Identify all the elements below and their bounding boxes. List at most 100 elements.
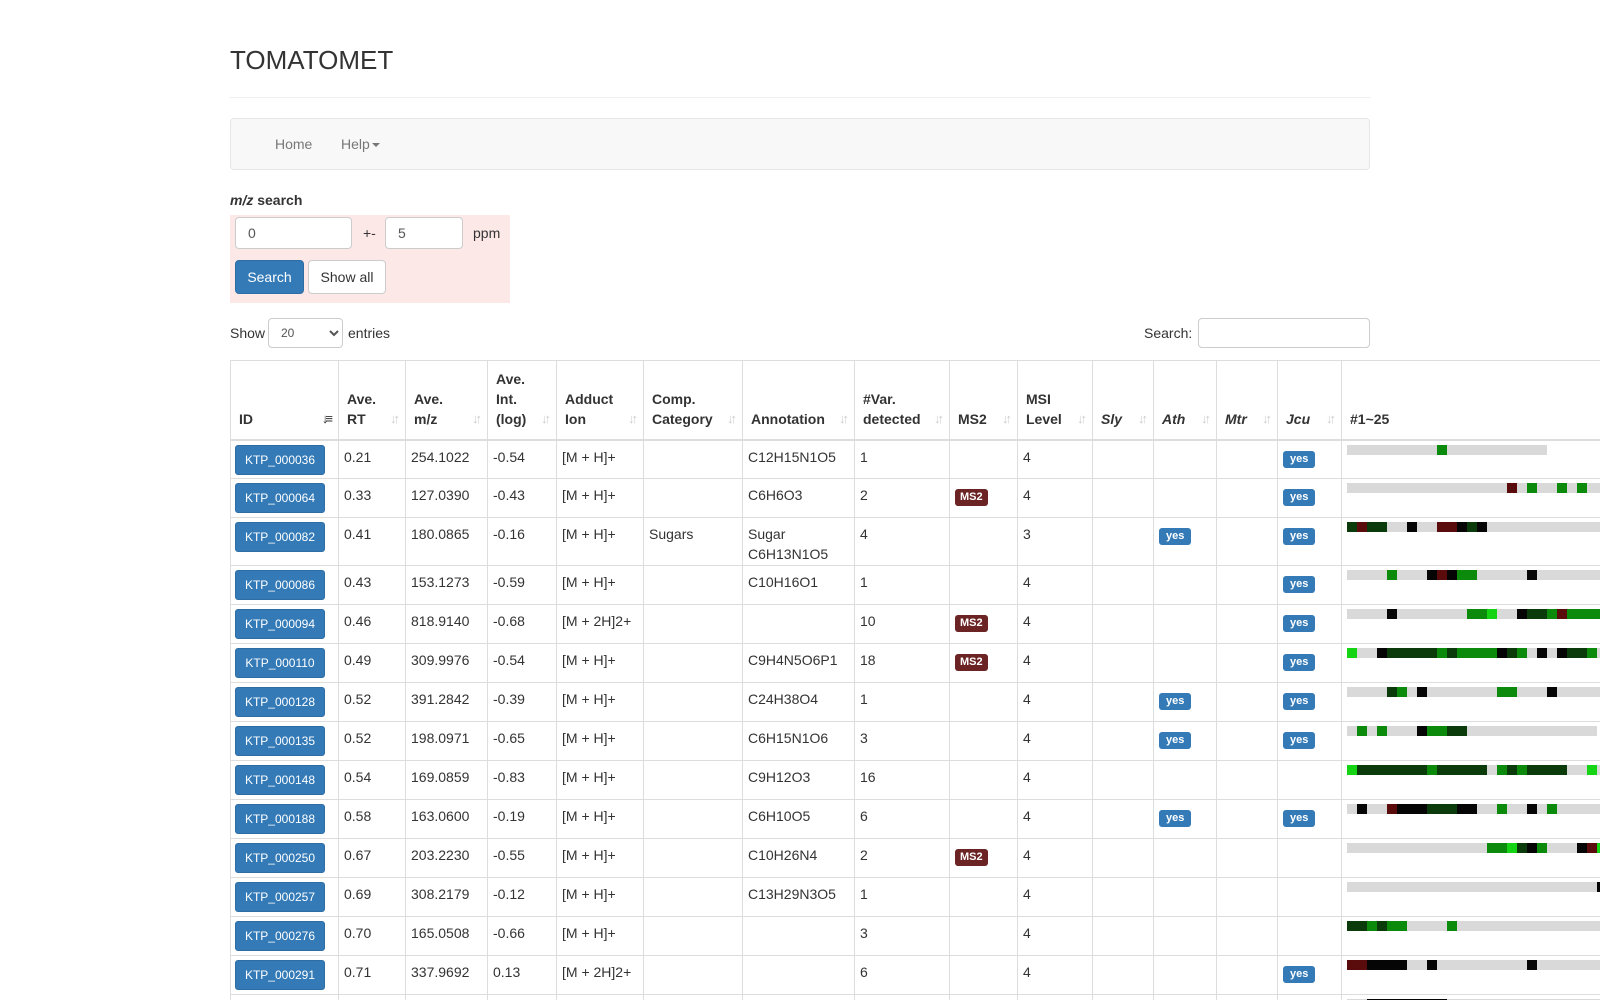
compound-id-button[interactable]: KTP_000250 [235,843,325,873]
column-header-sly[interactable]: Sly ↓↑ [1092,360,1154,441]
cell-var: 2 [854,838,950,878]
cell-msi: 3 [1017,517,1093,566]
cell-jcu: yes [1277,604,1342,644]
cell-ath [1153,955,1217,995]
column-header-adduct-ion[interactable]: Adduct Ion ↓↑ [556,360,644,441]
heatmap-cell [1437,843,1447,853]
sort-icon: ↓↑ [1201,410,1211,426]
cell-jcu: yes [1277,643,1342,683]
compound-id-button[interactable]: KTP_000110 [235,648,325,678]
jcu-yes-badge: yes [1283,528,1316,545]
heatmap-cell [1447,483,1457,493]
jcu-yes-badge: yes [1283,732,1316,749]
cell-var: 1 [854,877,950,917]
cell-rt: 0.71 [338,955,406,995]
compound-id-button[interactable]: KTP_000094 [235,609,325,639]
heatmap-cell [1487,570,1497,580]
sort-icon: ↓↑ [1262,410,1272,426]
heatmap-cell [1367,648,1377,658]
mz-input[interactable] [235,217,352,249]
heatmap-cell [1527,882,1537,892]
sort-ascending-icon: ↓≡ [321,410,333,426]
heatmap-cell [1537,882,1547,892]
show-all-button[interactable]: Show all [308,260,386,294]
cell-jcu: yes [1277,478,1342,518]
ms2-badge[interactable]: MS2 [955,654,988,671]
table-search-input[interactable] [1198,318,1370,348]
heatmap-cell [1417,609,1427,619]
table-row: KTP_000064 0.33 127.0390 -0.43 [M + H]+ C6H6O… [230,478,1600,518]
heatmap-cell [1357,570,1367,580]
column-header-ms2[interactable]: MS2 ↓↑ [949,360,1018,441]
ms2-badge[interactable]: MS2 [955,489,988,506]
compound-id-button[interactable]: KTP_000036 [235,444,325,475]
compound-id-button[interactable]: KTP_000128 [235,687,325,717]
column-header-comp-category[interactable]: Comp. Category ↓↑ [643,360,743,441]
column-header-ave-rt[interactable]: Ave. RT ↓↑ [338,360,406,441]
heatmap-cell [1417,687,1427,697]
nav-home[interactable]: Home [275,119,312,169]
cell-adduct: [M + H]+ [556,643,644,683]
compound-id-button[interactable]: KTP_000064 [235,483,325,513]
compound-id-button[interactable]: KTP_000257 [235,882,325,912]
heatmap-cell [1377,444,1387,455]
heatmap-cell [1447,843,1457,853]
heatmap-cell [1457,882,1467,892]
cell-adduct: [M + H]+ [556,565,644,605]
search-button[interactable]: Search [235,260,304,294]
compound-id-button[interactable]: KTP_000291 [235,960,325,990]
compound-id-button[interactable]: KTP_000082 [235,522,325,552]
heatmap-strip [1347,843,1600,853]
column-header-ath[interactable]: Ath ↓↑ [1153,360,1217,441]
heatmap-cell [1447,522,1457,532]
heatmap-cell [1447,882,1457,892]
heatmap-cell [1357,960,1367,970]
sort-icon: ↓↑ [1326,410,1336,426]
heatmap-cell [1417,726,1427,736]
heatmap-cell [1577,483,1587,493]
cell-ms2 [949,994,1018,1000]
column-header-msi-level[interactable]: MSI Level ↓↑ [1017,360,1093,441]
column-header-jcu[interactable]: Jcu ↓↑ [1277,360,1342,441]
cell-jcu [1277,838,1342,878]
table-row: KTP_000086 0.43 153.1273 -0.59 [M + H]+ C10H1… [230,565,1600,605]
heatmap-cell [1387,726,1397,736]
heatmap-cell [1487,522,1497,532]
entries-select[interactable]: 20 [268,318,343,348]
heatmap-cell [1407,648,1417,658]
column-header-1-25[interactable]: #1~25 [1341,360,1600,441]
nav-help[interactable]: Help [341,119,380,169]
heatmap-cell [1357,687,1367,697]
cell-mtr [1216,478,1278,518]
column-header-id[interactable]: ID ↓≡ [230,360,339,441]
compound-id-button[interactable]: KTP_000148 [235,765,325,795]
heatmap-cell [1557,843,1567,853]
column-header-var-detected[interactable]: #Var. detected ↓↑ [854,360,950,441]
compound-id-button[interactable]: KTP_000188 [235,804,325,834]
column-header-mtr[interactable]: Mtr ↓↑ [1216,360,1278,441]
cell-mz: 127.0390 [405,478,488,518]
heatmap-cell [1397,522,1407,532]
heatmap-cell [1347,609,1357,619]
heatmap-cell [1437,522,1447,532]
cell-id: KTP_000086 [230,565,339,605]
cell-jcu [1277,916,1342,956]
title-divider [230,97,1370,98]
ms2-badge[interactable]: MS2 [955,849,988,866]
ms2-badge[interactable]: MS2 [955,615,988,632]
heatmap-cell [1517,804,1527,814]
heatmap-cell [1407,444,1417,455]
compound-id-button[interactable]: KTP_000135 [235,726,325,756]
tolerance-input[interactable] [385,217,463,249]
compound-id-button[interactable]: KTP_000276 [235,921,325,951]
ath-yes-badge: yes [1159,528,1192,545]
compound-id-button[interactable]: KTP_000086 [235,570,325,600]
heatmap-cell [1517,882,1527,892]
heatmap-cell [1477,522,1487,532]
column-header-annotation[interactable]: Annotation ↓↑ [742,360,855,441]
heatmap-cell [1437,648,1447,658]
column-header-ave-m-z[interactable]: Ave. m/z ↓↑ [405,360,488,441]
column-header-ave-int-log[interactable]: Ave. Int. (log) ↓↑ [487,360,557,441]
cell-ms2 [949,799,1018,839]
heatmap-cell [1397,444,1407,455]
